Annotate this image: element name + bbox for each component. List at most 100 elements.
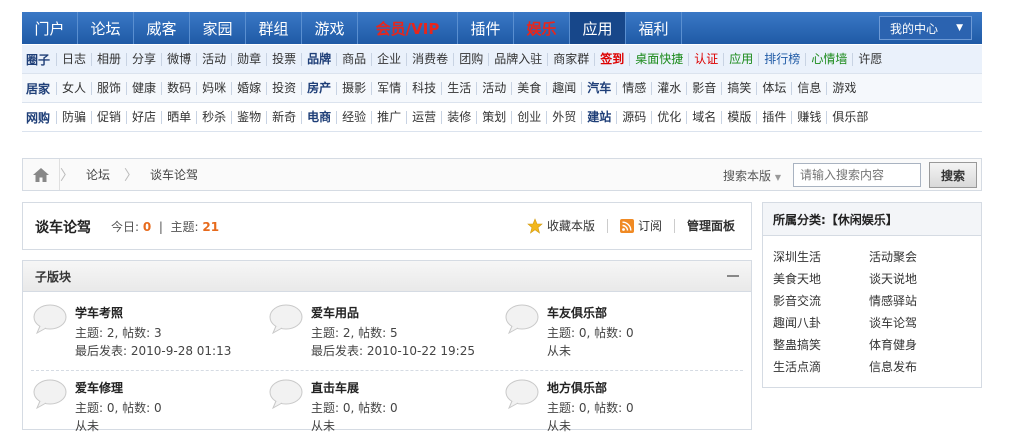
subnav-link[interactable]: 秒杀 [196,110,231,124]
sidebar-category-link[interactable]: 谈车论驾 [869,314,917,331]
subnav-link[interactable]: 美食 [511,81,546,95]
sidebar-category-link[interactable]: 信息发布 [869,358,917,375]
subnav-link[interactable]: 情感 [616,81,651,95]
subnav-link[interactable]: 电商 [301,110,336,124]
nav-apps[interactable]: 应用 [570,12,626,44]
subnav-link[interactable]: 信息 [791,81,826,95]
sidebar-category-link[interactable]: 活动聚会 [869,248,917,265]
subnav-link[interactable]: 品牌入驻 [488,52,547,66]
nav-welfare[interactable]: 福利 [626,12,682,44]
subnav-link[interactable]: 签到 [594,52,629,66]
sidebar-category-link[interactable]: 生活点滴 [773,358,821,375]
nav-weike[interactable]: 威客 [134,12,190,44]
my-center-dropdown[interactable]: 我的中心 ▼ [879,16,972,40]
subnav-link[interactable]: 女人 [56,81,91,95]
subnav-link[interactable]: 团购 [453,52,488,66]
subforum-item[interactable]: 直击车展 主题: 0, 帖数: 0 从未 [259,367,489,437]
subnav-link[interactable]: 微博 [161,52,196,66]
subnav-link[interactable]: 装修 [441,110,476,124]
subnav-link[interactable]: 数码 [161,81,196,95]
subnav-link[interactable]: 商品 [336,52,371,66]
collapse-icon[interactable] [727,275,739,277]
subnav-link[interactable]: 桌面快捷 [629,52,688,66]
subnav-link[interactable]: 生活 [441,81,476,95]
subnav-link[interactable]: 婚嫁 [231,81,266,95]
subscribe-button[interactable]: 订阅 [619,217,662,234]
subforum-name[interactable]: 直击车展 [311,379,359,396]
subnav-link[interactable]: 影音 [686,81,721,95]
subnav-link[interactable]: 经验 [336,110,371,124]
nav-home[interactable]: 家园 [190,12,246,44]
search-button[interactable]: 搜索 [929,162,977,188]
subforum-name[interactable]: 学车考照 [75,304,123,321]
subforum-name[interactable]: 爱车用品 [311,304,359,321]
subnav-link[interactable]: 妈咪 [196,81,231,95]
breadcrumb-current[interactable]: 谈车论驾 [138,166,212,183]
subnav-link[interactable]: 企业 [371,52,406,66]
subnav-link[interactable]: 健康 [126,81,161,95]
nav-plugins[interactable]: 插件 [458,12,514,44]
subnav-link[interactable]: 域名 [686,110,721,124]
subnav-link[interactable]: 优化 [651,110,686,124]
subnav-link[interactable]: 新奇 [266,110,301,124]
subnav-link[interactable]: 房产 [301,81,336,95]
subnav-link[interactable]: 军情 [371,81,406,95]
subnav-link[interactable]: 插件 [756,110,791,124]
sidebar-category-link[interactable]: 情感驿站 [869,292,917,309]
subnav-link[interactable]: 灌水 [651,81,686,95]
sidebar-category-link[interactable]: 体育健身 [869,336,917,353]
sidebar-category-link[interactable]: 整蛊搞笑 [773,336,821,353]
subnav-link[interactable]: 建站 [581,110,616,124]
subnav-category[interactable]: 居家 [22,80,56,97]
subnav-link[interactable]: 日志 [56,52,91,66]
subnav-link[interactable]: 许愿 [852,52,887,66]
subforum-name[interactable]: 地方俱乐部 [547,379,607,396]
subnav-link[interactable]: 晒单 [161,110,196,124]
nav-forum[interactable]: 论坛 [78,12,134,44]
subforum-item[interactable]: 爱车修理 主题: 0, 帖数: 0 从未 [23,367,253,437]
nav-entertainment[interactable]: 娱乐 [514,12,570,44]
subnav-link[interactable]: 投票 [266,52,301,66]
subnav-link[interactable]: 运营 [406,110,441,124]
subnav-link[interactable]: 好店 [126,110,161,124]
subnav-link[interactable]: 科技 [406,81,441,95]
subnav-link[interactable]: 摄影 [336,81,371,95]
favorite-forum-button[interactable]: 收藏本版 [527,217,595,234]
subnav-link[interactable]: 俱乐部 [826,110,873,124]
subnav-link[interactable]: 促销 [91,110,126,124]
subnav-link[interactable]: 体坛 [756,81,791,95]
subforum-item[interactable]: 车友俱乐部 主题: 0, 帖数: 0 从未 [495,292,725,362]
subnav-link[interactable]: 排行榜 [758,52,805,66]
subnav-link[interactable]: 赚钱 [791,110,826,124]
subnav-link[interactable]: 勋章 [231,52,266,66]
subforum-item[interactable]: 爱车用品 主题: 2, 帖数: 5 最后发表: 2010-10-22 19:25 [259,292,489,362]
breadcrumb-forum[interactable]: 论坛 [74,166,124,183]
subnav-link[interactable]: 心情墙 [805,52,852,66]
subnav-link[interactable]: 创业 [511,110,546,124]
search-scope-dropdown[interactable]: 搜索本版 ▼ [723,167,781,184]
nav-vip[interactable]: 会员/VIP [358,12,458,44]
home-icon[interactable] [23,159,60,190]
subnav-link[interactable]: 活动 [476,81,511,95]
subnav-link[interactable]: 认证 [688,52,723,66]
subforum-name[interactable]: 车友俱乐部 [547,304,607,321]
subnav-category[interactable]: 网购 [22,109,56,126]
nav-games[interactable]: 游戏 [302,12,358,44]
nav-groups[interactable]: 群组 [246,12,302,44]
nav-portal[interactable]: 门户 [22,12,78,44]
subnav-link[interactable]: 游戏 [826,81,861,95]
subforum-item[interactable]: 学车考照 主题: 2, 帖数: 3 最后发表: 2010-9-28 01:13 [23,292,253,362]
subforum-name[interactable]: 爱车修理 [75,379,123,396]
sidebar-category-link[interactable]: 谈天说地 [869,270,917,287]
subnav-link[interactable]: 分享 [126,52,161,66]
subnav-link[interactable]: 源码 [616,110,651,124]
subnav-link[interactable]: 推广 [371,110,406,124]
sidebar-category-link[interactable]: 美食天地 [773,270,821,287]
subnav-link[interactable]: 模版 [721,110,756,124]
subnav-link[interactable]: 服饰 [91,81,126,95]
subnav-link[interactable]: 防骗 [56,110,91,124]
subnav-link[interactable]: 相册 [91,52,126,66]
subnav-link[interactable]: 商家群 [547,52,594,66]
subnav-link[interactable]: 品牌 [301,52,336,66]
subnav-link[interactable]: 活动 [196,52,231,66]
